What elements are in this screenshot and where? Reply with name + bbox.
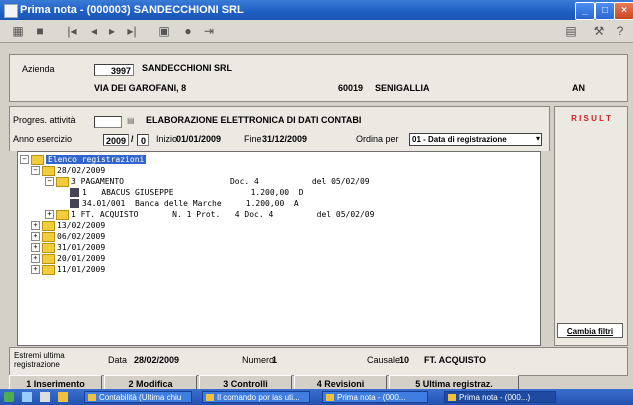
registrations-tree[interactable]: − Elenco registrazioni −28/02/2009 −3 PAG… <box>17 151 541 346</box>
maximize-icon[interactable]: □ <box>595 2 615 20</box>
app-icon <box>4 4 18 18</box>
taskbar-item-active[interactable]: Prima nota - (000...) <box>444 391 556 403</box>
inizio-value: 01/01/2009 <box>176 134 222 144</box>
expand-icon[interactable]: + <box>31 254 40 263</box>
collapse-icon[interactable]: − <box>20 155 29 164</box>
next-record-icon[interactable]: ▸ <box>104 23 120 39</box>
folder-icon <box>42 231 55 242</box>
print-icon[interactable]: ▣ <box>156 23 172 39</box>
anno-label: Anno esercizio <box>13 134 73 144</box>
data-label: Data <box>108 355 128 365</box>
start-icon[interactable] <box>4 392 14 402</box>
company-prov: AN <box>572 83 585 93</box>
fine-label: Fine <box>244 134 262 144</box>
causale-label: Causale <box>367 355 401 365</box>
company-panel: Azienda 3997 SANDECCHIONI SRL VIA DEI GA… <box>9 54 628 102</box>
document-icon <box>70 188 79 197</box>
numero-label: Numero <box>242 355 275 365</box>
folder-icon <box>56 209 69 220</box>
taskbar-item[interactable]: Contabilità (Ultima chiu <box>84 391 192 403</box>
activity-description: ELABORAZIONE ELETTRONICA DI DATI CONTABI <box>146 115 362 125</box>
tree-date-row[interactable]: +13/02/2009 <box>31 220 105 231</box>
tree-date-row[interactable]: −28/02/2009 <box>31 165 105 176</box>
azienda-label: Azienda <box>22 64 55 74</box>
company-cap: 60019 <box>338 83 364 93</box>
last-registration-label: Estremi ultima registrazione <box>14 351 65 369</box>
explorer-icon[interactable] <box>40 392 50 402</box>
folder-icon <box>42 253 55 264</box>
exit-icon[interactable]: ⇥ <box>201 23 217 39</box>
causale-code: 10 <box>399 355 410 365</box>
numero-value: 1 <box>272 355 278 365</box>
tree-row[interactable]: 34.01/001 Banca delle Marche 1.200,00 A <box>70 198 299 209</box>
last-record-icon[interactable]: ▸| <box>124 23 140 39</box>
tree-row[interactable]: −3 PAGAMENTO Doc. 4 del 05/02/09 <box>45 176 370 187</box>
tree-date-row[interactable]: +06/02/2009 <box>31 231 105 242</box>
expand-icon[interactable]: + <box>31 221 40 230</box>
ordina-select[interactable]: 01 - Data di registrazione ▾ <box>409 133 542 146</box>
company-code-field[interactable]: 3997 <box>94 64 134 76</box>
lookup-icon[interactable]: ▤ <box>127 116 135 125</box>
anno-separator: / <box>131 134 134 144</box>
progressivo-label: Progres. attività <box>13 115 76 125</box>
taskbar-item[interactable]: Il comando por ias uti... <box>202 391 310 403</box>
title-bar: Prima nota - (000003) SANDECCHIONI SRL _… <box>0 0 633 20</box>
inizio-label: Inizio <box>156 134 178 144</box>
data-value: 28/02/2009 <box>134 355 180 365</box>
calculator-icon[interactable]: ▤ <box>563 23 579 39</box>
folder-icon[interactable] <box>58 392 68 402</box>
causale-desc: FT. ACQUISTO <box>424 355 487 365</box>
previous-record-icon[interactable]: ◂ <box>86 23 102 39</box>
progressivo-field[interactable] <box>94 116 122 128</box>
tree-row[interactable]: +1 FT. ACQUISTO N. 1 Prot. 4 Doc. 4 del … <box>45 209 374 220</box>
desktop-icon[interactable] <box>22 392 32 402</box>
tree-date-row[interactable]: +11/01/2009 <box>31 264 105 275</box>
tree-date-row[interactable]: +31/01/2009 <box>31 242 105 253</box>
last-registration-panel: Estremi ultima registrazione Data 28/02/… <box>9 347 628 376</box>
expand-icon[interactable]: + <box>31 265 40 274</box>
activity-panel: Progres. attività ▤ ELABORAZIONE ELETTRO… <box>9 106 550 151</box>
save-icon[interactable]: ■ <box>32 23 48 39</box>
folder-icon <box>42 220 55 231</box>
folder-icon <box>42 242 55 253</box>
document-icon <box>70 199 79 208</box>
window-title: Prima nota - (000003) SANDECCHIONI SRL <box>20 4 244 16</box>
folder-icon <box>56 176 69 187</box>
expand-icon[interactable]: + <box>45 210 54 219</box>
right-panel: R I S U L T Cambia filtri <box>554 106 628 346</box>
minimize-icon[interactable]: _ <box>575 2 595 20</box>
taskbar-item[interactable]: Prima nota - (000... <box>322 391 428 403</box>
grid-icon[interactable]: ▦ <box>10 23 26 39</box>
collapse-icon[interactable]: − <box>45 177 54 186</box>
folder-icon <box>42 264 55 275</box>
expand-icon[interactable]: + <box>31 232 40 241</box>
anno-suffix-field[interactable]: 0 <box>137 134 149 146</box>
taskbar: Contabilità (Ultima chiu Il comando por … <box>0 389 633 405</box>
info-icon[interactable]: ? <box>612 23 628 39</box>
folder-icon <box>31 154 44 165</box>
folder-icon <box>42 165 55 176</box>
ordina-label: Ordina per <box>356 134 399 144</box>
toolbar: ▦ ■ |◂ ◂ ▸ ▸| ▣ ● ⇥ ▤ ⚒ ? <box>0 20 633 43</box>
company-name: SANDECCHIONI SRL <box>142 63 233 73</box>
risultato-button[interactable]: R I S U L T <box>561 112 621 126</box>
company-address: VIA DEI GAROFANI, 8 <box>94 83 187 93</box>
tools-icon[interactable]: ⚒ <box>591 23 607 39</box>
fine-value: 31/12/2009 <box>262 134 308 144</box>
ordina-value: 01 - Data di registrazione <box>412 135 507 144</box>
first-record-icon[interactable]: |◂ <box>64 23 80 39</box>
collapse-icon[interactable]: − <box>31 166 40 175</box>
chevron-down-icon[interactable]: ▾ <box>536 134 540 143</box>
tree-root[interactable]: − Elenco registrazioni <box>20 154 147 165</box>
close-icon[interactable]: × <box>614 2 633 20</box>
tree-row[interactable]: 1 ABACUS GIUSEPPE 1.200,00 D <box>70 187 304 198</box>
help-icon[interactable]: ● <box>180 23 196 39</box>
expand-icon[interactable]: + <box>31 243 40 252</box>
tree-date-row[interactable]: +20/01/2009 <box>31 253 105 264</box>
anno-field[interactable]: 2009 <box>103 134 129 146</box>
company-city: SENIGALLIA <box>375 83 430 93</box>
cambia-filtri-button[interactable]: Cambia filtri <box>557 323 623 338</box>
